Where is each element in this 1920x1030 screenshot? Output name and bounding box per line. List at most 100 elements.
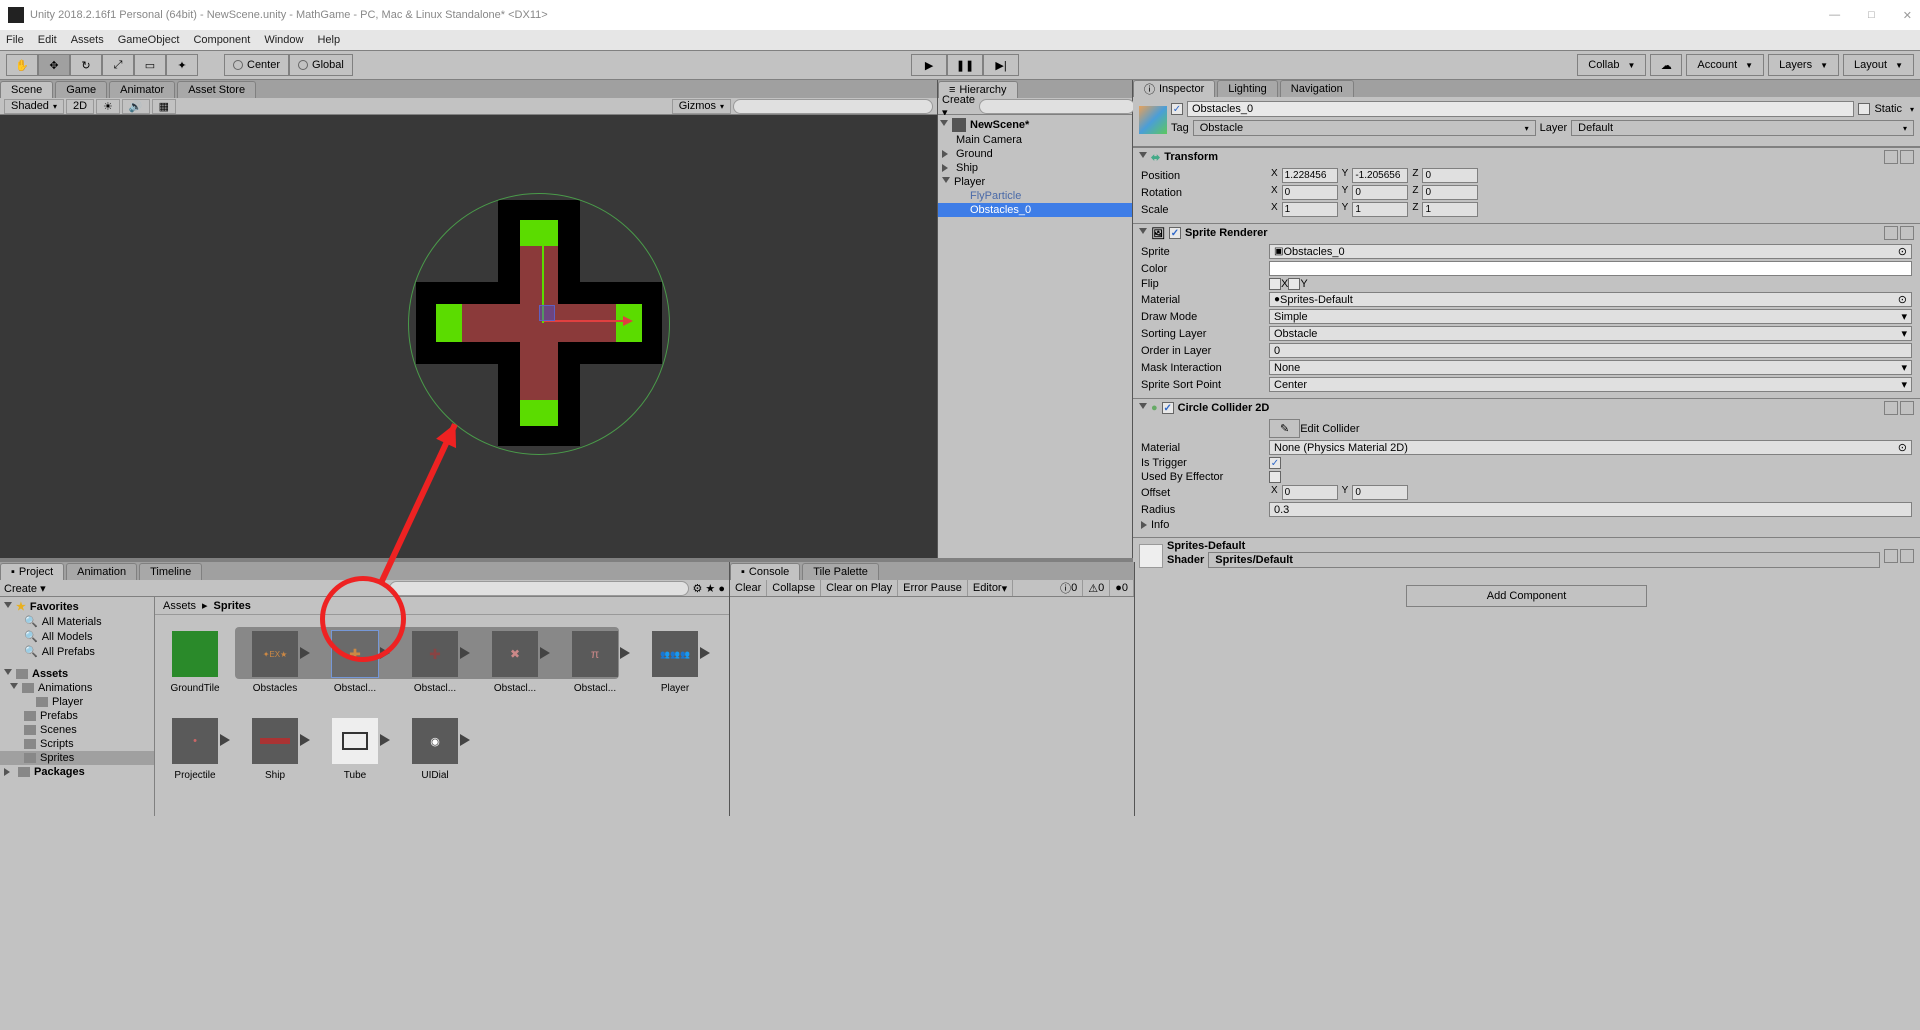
scale-z-input[interactable] [1422, 202, 1478, 217]
audio-toggle[interactable]: 🔊 [122, 99, 150, 114]
color-field[interactable] [1269, 261, 1912, 276]
order-input[interactable] [1274, 345, 1907, 357]
asset-item[interactable]: 👥👥👥Player [647, 631, 703, 694]
active-checkbox[interactable] [1171, 103, 1183, 115]
gizmos-dropdown[interactable]: Gizmos▾ [672, 99, 731, 114]
asset-item[interactable]: GroundTile [167, 631, 223, 694]
console-error-pause[interactable]: Error Pause [898, 580, 968, 596]
hierarchy-search-input[interactable] [979, 99, 1135, 114]
radius-input[interactable] [1274, 504, 1907, 516]
pause-button[interactable]: ❚❚ [947, 54, 983, 76]
hierarchy-scene[interactable]: NewScene* [938, 117, 1132, 133]
favorite-item[interactable]: 🔍All Models [0, 629, 154, 644]
layers-dropdown[interactable]: Layers▼ [1768, 54, 1839, 76]
menu-file[interactable]: File [6, 34, 24, 46]
move-tool[interactable]: ✥ [38, 54, 70, 76]
edit-collider-button[interactable]: ✎ [1269, 419, 1300, 438]
help-icon[interactable] [1884, 150, 1898, 164]
hierarchy-item[interactable]: FlyParticle [938, 189, 1132, 203]
asset-item[interactable]: ✚Obstacl... [407, 631, 463, 694]
hierarchy-item[interactable]: Ground [938, 147, 1132, 161]
console-error-count[interactable]: ● 0 [1110, 580, 1134, 596]
folder-item[interactable]: Scripts [0, 737, 154, 751]
rot-x-input[interactable] [1282, 185, 1338, 200]
hierarchy-item-selected[interactable]: Obstacles_0 [938, 203, 1132, 217]
shading-dropdown[interactable]: Shaded▾ [4, 99, 64, 114]
rect-tool[interactable]: ▭ [134, 54, 166, 76]
material-footer[interactable]: Sprites-Default ShaderSprites/Default [1133, 538, 1920, 573]
help-icon[interactable] [1884, 401, 1898, 415]
shader-dropdown[interactable]: Sprites/Default [1208, 552, 1880, 568]
flip-y-checkbox[interactable] [1288, 278, 1300, 290]
layout-dropdown[interactable]: Layout▼ [1843, 54, 1914, 76]
asset-item[interactable]: πObstacl... [567, 631, 623, 694]
assets-header[interactable]: Assets [0, 667, 154, 681]
sort-point-dropdown[interactable]: Center▾ [1269, 377, 1912, 392]
add-component-button[interactable]: Add Component [1406, 585, 1648, 607]
asset-item[interactable]: Tube [327, 718, 383, 781]
material-field[interactable]: ● Sprites-Default⊙ [1269, 292, 1912, 307]
layer-dropdown[interactable]: Default▾ [1571, 120, 1914, 136]
menu-assets[interactable]: Assets [71, 34, 104, 46]
2d-toggle[interactable]: 2D [66, 99, 94, 114]
settings-icon[interactable] [1900, 549, 1914, 563]
favorite-item[interactable]: 🔍All Prefabs [0, 644, 154, 659]
close-button[interactable]: ✕ [1903, 9, 1912, 22]
menu-window[interactable]: Window [264, 34, 303, 46]
static-checkbox[interactable] [1858, 103, 1870, 115]
menu-edit[interactable]: Edit [38, 34, 57, 46]
draw-mode-dropdown[interactable]: Simple▾ [1269, 309, 1912, 324]
sprite-field[interactable]: ▣ Obstacles_0⊙ [1269, 244, 1912, 259]
help-icon[interactable] [1884, 226, 1898, 240]
is-trigger-checkbox[interactable] [1269, 457, 1281, 469]
settings-icon[interactable] [1900, 401, 1914, 415]
transform-header[interactable]: ⬌Transform [1133, 148, 1920, 166]
account-dropdown[interactable]: Account▼ [1686, 54, 1764, 76]
menu-gameobject[interactable]: GameObject [118, 34, 180, 46]
cc-enabled-checkbox[interactable] [1162, 402, 1174, 414]
hand-tool[interactable]: ✋ [6, 54, 38, 76]
step-button[interactable]: ▶| [983, 54, 1019, 76]
mask-dropdown[interactable]: None▾ [1269, 360, 1912, 375]
gameobject-icon[interactable] [1139, 106, 1167, 134]
offset-x-input[interactable] [1282, 485, 1338, 500]
console-editor[interactable]: Editor ▾ [968, 580, 1013, 596]
asset-item[interactable]: ◉UIDial [407, 718, 463, 781]
cloud-button[interactable]: ☁ [1650, 54, 1682, 76]
fx-toggle[interactable]: ▦ [152, 99, 176, 114]
minimize-button[interactable]: — [1829, 9, 1840, 22]
collab-dropdown[interactable]: Collab▼ [1577, 54, 1646, 76]
asset-item[interactable]: ✦EX★Obstacles [247, 631, 303, 694]
tab-timeline[interactable]: Timeline [139, 563, 202, 580]
console-clear[interactable]: Clear [730, 580, 767, 596]
tab-navigation[interactable]: Navigation [1280, 80, 1354, 97]
tab-game[interactable]: Game [55, 81, 107, 98]
settings-icon[interactable] [1900, 150, 1914, 164]
tab-inspector[interactable]: ⓘ Inspector [1133, 80, 1215, 97]
rot-z-input[interactable] [1422, 185, 1478, 200]
folder-item-selected[interactable]: Sprites [0, 751, 154, 765]
transform-tool[interactable]: ✦ [166, 54, 198, 76]
asset-item[interactable]: Ship [247, 718, 303, 781]
pos-y-input[interactable] [1352, 168, 1408, 183]
tab-console[interactable]: ▪ Console [730, 563, 800, 580]
favorite-item[interactable]: 🔍All Materials [0, 614, 154, 629]
tab-asset-store[interactable]: Asset Store [177, 81, 256, 98]
menu-help[interactable]: Help [317, 34, 340, 46]
lighting-toggle[interactable]: ☀ [96, 99, 120, 114]
sorting-layer-dropdown[interactable]: Obstacle▾ [1269, 326, 1912, 341]
object-name-input[interactable] [1187, 101, 1854, 117]
hierarchy-item[interactable]: Player [938, 175, 1132, 189]
console-warn-count[interactable]: ⚠ 0 [1083, 580, 1110, 596]
circle-collider-header[interactable]: ●Circle Collider 2D [1133, 399, 1920, 417]
asset-item[interactable]: •Projectile [167, 718, 223, 781]
project-create-dropdown[interactable]: Create ▾ [4, 582, 46, 595]
settings-icon[interactable] [1900, 226, 1914, 240]
sprite-renderer-header[interactable]: 🖼Sprite Renderer [1133, 224, 1920, 242]
packages-header[interactable]: Packages [0, 765, 154, 779]
sr-enabled-checkbox[interactable] [1169, 227, 1181, 239]
handle-toggle[interactable]: Global [289, 54, 353, 76]
help-icon[interactable] [1884, 549, 1898, 563]
pos-x-input[interactable] [1282, 168, 1338, 183]
tab-animation[interactable]: Animation [66, 563, 137, 580]
